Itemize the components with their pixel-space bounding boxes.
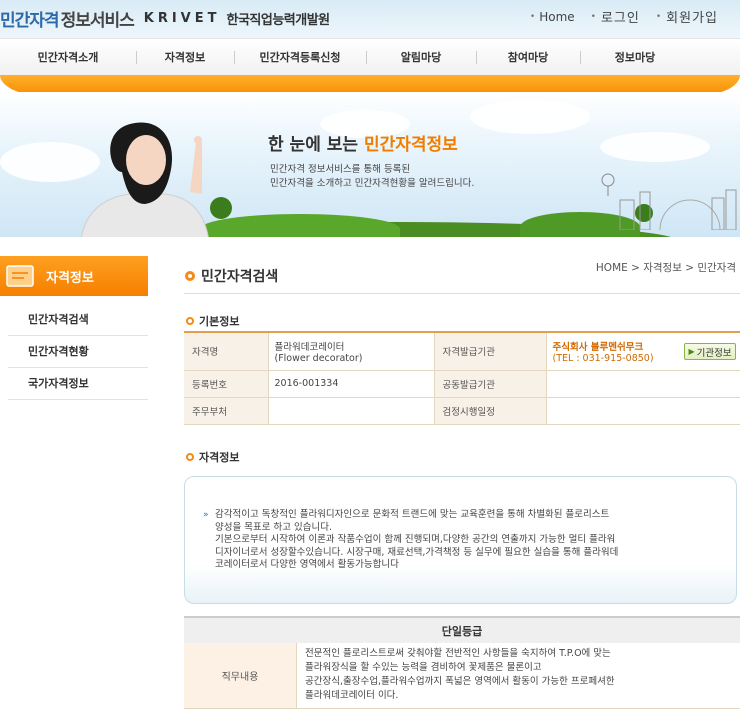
breadcrumb: HOME > 자격정보 > 민간자격 bbox=[595, 262, 736, 274]
title-bullet-icon bbox=[185, 271, 195, 281]
double-chevron-icon: » bbox=[203, 510, 209, 520]
logo-text-org: 한국직업능력개발원 bbox=[226, 12, 331, 28]
triangle-right-icon: ▶ bbox=[688, 347, 695, 356]
nav-item-notice[interactable]: 알림마당 bbox=[366, 39, 476, 75]
name-value: 플라워데코레이터 (Flower decorator) bbox=[267, 331, 434, 371]
join-link-label: 회원가입 bbox=[666, 11, 718, 26]
login-link-label: 로그인 bbox=[600, 11, 640, 26]
title-divider bbox=[184, 293, 740, 294]
banner-desc-line: 민간자격을 소개하고 민간자격현황을 알려드립니다. bbox=[270, 178, 475, 189]
bullet-icon: • bbox=[529, 11, 536, 22]
top-links: • Home • 로그인 • 회원가입 bbox=[530, 7, 718, 27]
join-link[interactable]: • 회원가입 bbox=[656, 7, 718, 26]
nav-item-qual-info[interactable]: 자격정보 bbox=[136, 39, 234, 75]
table-row: 등록번호 2016-001334 공동발급기관 bbox=[184, 370, 740, 398]
name-value-korean: 플라워데코레이터 bbox=[274, 341, 345, 353]
description-line: 코레이터로서 다양한 영역에서 활동가능합니다 bbox=[215, 559, 399, 570]
nav-item-intro[interactable]: 민간자격소개 bbox=[0, 39, 136, 75]
banner-desc-line: 민간자격 정보서비스를 통해 등록된 bbox=[270, 164, 411, 175]
ministry-value bbox=[267, 397, 434, 425]
duty-line: 플라워장식을 할 수있는 능력을 겸비하여 꽃제품은 물론이고 bbox=[305, 662, 542, 673]
nav-item-participation[interactable]: 참여마당 bbox=[476, 39, 580, 75]
page-title: 민간자격검색 bbox=[185, 266, 278, 286]
sidebar-title-label: 자격정보 bbox=[46, 270, 94, 286]
regno-value: 2016-001334 bbox=[267, 370, 434, 398]
section-title-basic: 기본정보 bbox=[186, 313, 239, 329]
duty-line: 전문적인 플로리스트로써 갖춰야할 전반적인 사항들을 숙지하여 T.P.O에 … bbox=[305, 648, 611, 659]
woman-pointing-illustration bbox=[81, 122, 209, 237]
logo-text-krivet: KRIVET bbox=[143, 10, 221, 26]
site-header: 민간자격 정보서비스 KRIVET 한국직업능력개발원 • Home • 로그인 •… bbox=[0, 0, 740, 38]
logo-text-service: 정보서비스 bbox=[60, 10, 135, 31]
coissuer-label: 공동발급기관 bbox=[433, 370, 546, 398]
sidebar-menu: 민간자격검색 민간자격현황 국가자격정보 bbox=[0, 296, 148, 400]
qualification-description: » 감각적이고 독창적인 플라워디자인으로 문화적 트랜드에 맞는 교육훈련을 … bbox=[203, 509, 715, 572]
nav-item-register[interactable]: 민간자격등록신청 bbox=[234, 39, 366, 75]
duty-line: 플라워데코레이터 이다. bbox=[305, 690, 399, 701]
cloud-decoration bbox=[600, 132, 710, 162]
sidebar-item-national[interactable]: 국가자격정보 bbox=[8, 368, 148, 400]
ministry-label: 주무부처 bbox=[184, 397, 268, 425]
city-skyline-illustration bbox=[601, 173, 737, 230]
description-line: 양성을 목표로 하고 있습니다. bbox=[215, 521, 332, 533]
banner-title: 한 눈에 보는 민간자격정보 bbox=[268, 130, 458, 155]
home-link[interactable]: • Home bbox=[530, 10, 575, 24]
banner-description: 민간자격 정보서비스를 통해 등록된 민간자격을 소개하고 민간자격현황을 알려… bbox=[270, 163, 474, 191]
basic-info-table: 자격명 플라워데코레이터 (Flower decorator) 자격발급기관 주… bbox=[184, 331, 740, 425]
sidebar-item-status[interactable]: 민간자격현황 bbox=[8, 336, 148, 368]
description-line: 감각적이고 독창적인 플라워디자인으로 문화적 트랜드에 맞는 교육훈련을 통해… bbox=[215, 509, 610, 520]
main-navigation: 민간자격소개 자격정보 민간자격등록신청 알림마당 참여마당 정보마당 bbox=[0, 38, 740, 75]
hill-decoration bbox=[200, 214, 400, 237]
issuer-label: 자격발급기관 bbox=[433, 331, 546, 371]
org-info-button[interactable]: ▶ 기관정보 bbox=[684, 343, 736, 360]
banner-title-prefix: 한 눈에 보는 bbox=[268, 135, 364, 155]
section-title-label: 자격정보 bbox=[199, 451, 240, 464]
sidebar-item-search[interactable]: 민간자격검색 bbox=[8, 304, 148, 336]
book-icon bbox=[6, 265, 34, 287]
nav-item-info[interactable]: 정보마당 bbox=[580, 39, 690, 75]
home-link-label: Home bbox=[539, 9, 575, 24]
description-line: 디자이너로서 성장할수있습니다. 시장구매, 재료선택,가격책정 등 실무에 필… bbox=[215, 546, 619, 558]
section-bullet-icon bbox=[186, 453, 194, 461]
qualification-description-box: » 감각적이고 독창적인 플라워디자인으로 문화적 트랜드에 맞는 교육훈련을 … bbox=[184, 476, 737, 604]
logo-text-main: 민간자격 bbox=[0, 10, 60, 31]
section-title-qual: 자격정보 bbox=[186, 449, 239, 465]
table-row: 주무부처 검정시행일정 bbox=[184, 397, 740, 425]
description-line: 기본으로부터 시작하여 이론과 작품수업이 함께 진행되며,다양한 공간의 연출… bbox=[215, 534, 616, 545]
section-bullet-icon bbox=[186, 317, 194, 325]
regno-label: 등록번호 bbox=[184, 370, 268, 398]
duty-description: 전문적인 플로리스트로써 갖춰야할 전반적인 사항들을 숙지하여 T.P.O에 … bbox=[296, 643, 740, 709]
exam-schedule-value bbox=[545, 397, 740, 425]
issuer-value: 주식회사 블루멘쉬무크 (TEL : 031-915-0850) ▶ 기관정보 bbox=[545, 331, 740, 371]
duty-label: 직무내용 bbox=[184, 643, 296, 709]
coissuer-value bbox=[545, 370, 740, 398]
page-title-label: 민간자격검색 bbox=[201, 269, 279, 285]
duty-line: 공간장식,출장수업,플라워수업까지 폭넓은 영역에서 활동이 가능한 프로페셔한 bbox=[305, 676, 615, 687]
bullet-icon: • bbox=[590, 11, 597, 22]
cloud-decoration bbox=[470, 100, 590, 134]
sidebar-title: 자격정보 bbox=[0, 256, 148, 296]
site-logo[interactable]: 민간자격 정보서비스 KRIVET 한국직업능력개발원 bbox=[0, 2, 330, 34]
bullet-icon: • bbox=[655, 11, 663, 22]
name-label: 자격명 bbox=[184, 331, 268, 371]
name-value-english: (Flower decorator) bbox=[274, 352, 363, 364]
grade-header: 단일등급 bbox=[184, 616, 740, 643]
main-banner: 한 눈에 보는 민간자격정보 민간자격 정보서비스를 통해 등록된 민간자격을 … bbox=[0, 92, 740, 237]
table-row: 자격명 플라워데코레이터 (Flower decorator) 자격발급기관 주… bbox=[184, 331, 740, 371]
org-info-button-label: 기관정보 bbox=[696, 347, 732, 359]
login-link[interactable]: • 로그인 bbox=[591, 7, 640, 26]
section-title-label: 기본정보 bbox=[199, 315, 240, 328]
exam-schedule-label: 검정시행일정 bbox=[433, 397, 546, 425]
banner-title-highlight: 민간자격정보 bbox=[363, 135, 458, 155]
